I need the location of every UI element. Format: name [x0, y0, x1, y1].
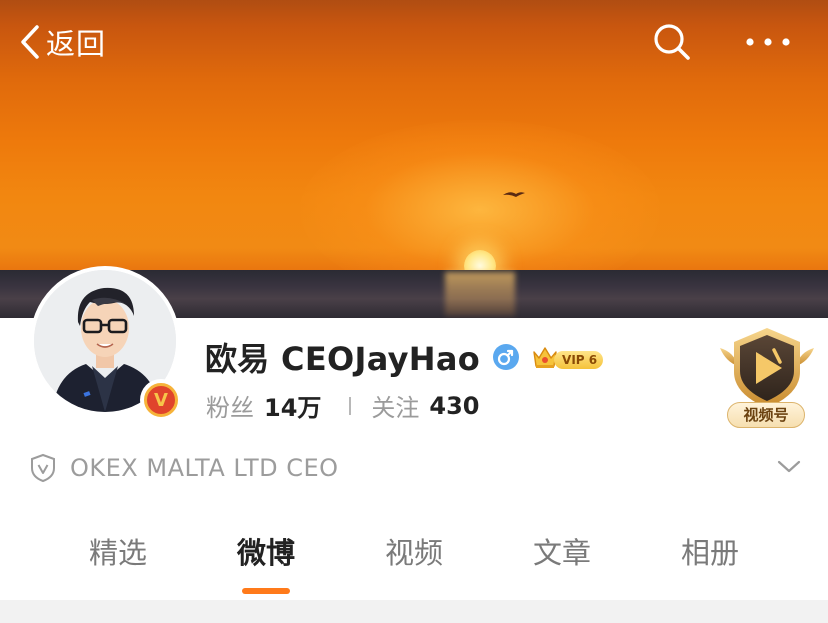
- bird-icon: [503, 192, 525, 197]
- company-text: OKEX MALTA LTD CEO: [70, 454, 339, 482]
- back-label: 返回: [46, 27, 107, 61]
- tab-videos[interactable]: 视频: [354, 530, 474, 572]
- video-channel-label[interactable]: 视频号: [727, 402, 805, 428]
- vip-label: VIP 6: [554, 351, 604, 369]
- content-separator: [0, 600, 828, 623]
- chevron-left-icon: [21, 25, 39, 59]
- tab-featured[interactable]: 精选: [58, 530, 178, 572]
- tab-articles[interactable]: 文章: [502, 530, 622, 572]
- followers-label[interactable]: 粉丝: [206, 388, 254, 423]
- active-tab-indicator: [242, 588, 290, 594]
- company-row[interactable]: OKEX MALTA LTD CEO: [30, 446, 810, 490]
- following-label[interactable]: 关注: [371, 388, 419, 423]
- verified-v: V: [144, 383, 178, 417]
- more-dots-icon[interactable]: [744, 30, 792, 54]
- verified-badge: V: [140, 379, 182, 421]
- shield-v-icon: [31, 453, 55, 483]
- tab-weibo[interactable]: 微博: [206, 530, 326, 572]
- stats-row: 粉丝 14万 关注 430: [206, 388, 480, 423]
- back-button[interactable]: 返回: [20, 22, 106, 62]
- male-gender-icon: [493, 344, 520, 370]
- tab-albums[interactable]: 相册: [650, 530, 770, 572]
- vip-badge[interactable]: VIP 6: [530, 342, 604, 372]
- chevron-down-icon[interactable]: [776, 456, 802, 476]
- username: 欧易 CEOJayHao: [205, 340, 481, 378]
- name-row: 欧易 CEOJayHao VIP 6: [205, 334, 604, 380]
- followers-count[interactable]: 14万: [264, 388, 321, 423]
- profile-tabs: 精选 微博 视频 文章 相册: [0, 530, 828, 600]
- sun-reflection: [445, 272, 515, 316]
- stats-divider: [349, 396, 352, 415]
- search-icon[interactable]: [652, 22, 692, 62]
- following-count[interactable]: 430: [429, 392, 479, 420]
